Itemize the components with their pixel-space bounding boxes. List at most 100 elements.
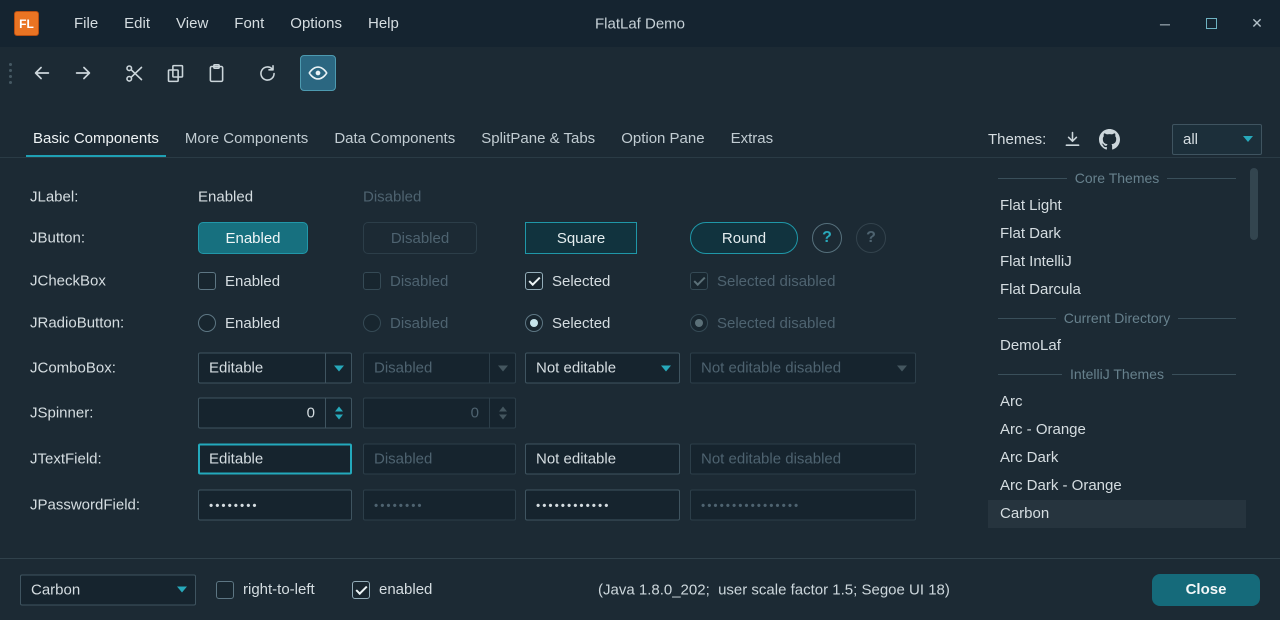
tab-option-pane[interactable]: Option Pane bbox=[608, 118, 717, 158]
window-title: FlatLaf Demo bbox=[595, 15, 685, 32]
menu-options[interactable]: Options bbox=[277, 9, 355, 38]
radio-icon bbox=[363, 314, 381, 332]
enabled-label: enabled bbox=[379, 581, 432, 598]
jbutton-square[interactable]: Square bbox=[525, 222, 637, 254]
themes-separator: IntelliJ Themes bbox=[988, 360, 1246, 388]
close-button[interactable]: Close bbox=[1152, 574, 1260, 606]
spinner-enabled[interactable]: 0 bbox=[198, 398, 352, 429]
checkbox-selected[interactable]: Selected bbox=[525, 272, 610, 290]
jbutton-enabled[interactable]: Enabled bbox=[198, 222, 308, 254]
tab-splitpane-tabs[interactable]: SplitPane & Tabs bbox=[468, 118, 608, 158]
passwordfield-not-editable[interactable]: •••••••••••• bbox=[525, 490, 680, 521]
separator-label: Current Directory bbox=[1064, 310, 1171, 326]
theme-item-arc[interactable]: Arc bbox=[988, 388, 1246, 416]
theme-item-arc-dark-orange[interactable]: Arc Dark - Orange bbox=[988, 472, 1246, 500]
combobox-arrow-button[interactable] bbox=[653, 354, 679, 383]
menu-edit[interactable]: Edit bbox=[111, 9, 163, 38]
themes-list: Core Themes Flat Light Flat Dark Flat In… bbox=[988, 164, 1246, 528]
password-dots: •••••••••••• bbox=[536, 499, 610, 511]
theme-item-flat-light[interactable]: Flat Light bbox=[988, 192, 1246, 220]
checkbox-disabled-label: Disabled bbox=[390, 273, 448, 290]
scissors-icon bbox=[124, 63, 145, 84]
spinner-value[interactable]: 0 bbox=[199, 405, 325, 422]
runtime-info-text: (Java 1.8.0_202; user scale factor 1.5; … bbox=[598, 581, 950, 598]
combobox-editable[interactable]: Editable bbox=[198, 353, 352, 384]
chevron-up-icon bbox=[499, 407, 507, 412]
window-controls: ─ ✕ bbox=[1142, 0, 1280, 47]
theme-item-carbon[interactable]: Carbon bbox=[988, 500, 1246, 528]
chevron-down-icon bbox=[661, 365, 671, 371]
menu-font[interactable]: Font bbox=[221, 9, 277, 38]
enabled-checkbox[interactable]: enabled bbox=[352, 581, 432, 599]
checkbox-disabled: Disabled bbox=[363, 272, 448, 290]
checkbox-enabled[interactable]: Enabled bbox=[198, 272, 280, 290]
radio-disabled: Disabled bbox=[363, 314, 448, 332]
chevron-down-icon bbox=[897, 365, 907, 371]
theme-item-flat-intellij[interactable]: Flat IntelliJ bbox=[988, 248, 1246, 276]
cut-button[interactable] bbox=[116, 55, 152, 91]
spinner-arrows[interactable] bbox=[325, 399, 351, 428]
menubar: File Edit View Font Options Help bbox=[61, 9, 412, 38]
checkbox-selected-disabled: Selected disabled bbox=[690, 272, 835, 290]
passwordfield-not-editable-disabled: •••••••••••••••• bbox=[690, 490, 916, 521]
close-icon[interactable]: ✕ bbox=[1234, 0, 1280, 47]
combobox-editable-value[interactable]: Editable bbox=[199, 360, 325, 377]
chevron-down-icon bbox=[499, 415, 507, 420]
radio-selected[interactable]: Selected bbox=[525, 314, 610, 332]
minimize-icon[interactable]: ─ bbox=[1142, 0, 1188, 47]
combobox-not-editable[interactable]: Not editable bbox=[525, 353, 680, 384]
maximize-icon[interactable] bbox=[1188, 0, 1234, 47]
theme-item-arc-orange[interactable]: Arc - Orange bbox=[988, 416, 1246, 444]
jcombobox-row-label: JComboBox: bbox=[30, 360, 116, 377]
combobox-arrow-button[interactable] bbox=[325, 354, 351, 383]
menu-help[interactable]: Help bbox=[355, 9, 412, 38]
github-link-button[interactable] bbox=[1099, 129, 1120, 150]
copy-button[interactable] bbox=[157, 55, 193, 91]
show-hidden-toggle-button[interactable] bbox=[300, 55, 336, 91]
tab-basic-components[interactable]: Basic Components bbox=[20, 118, 172, 158]
jtextfield-row-label: JTextField: bbox=[30, 451, 102, 468]
jbutton-help[interactable]: ? bbox=[812, 223, 842, 253]
checkbox-icon bbox=[216, 581, 234, 599]
jlabel-enabled: Enabled bbox=[198, 189, 253, 206]
themes-separator: Core Themes bbox=[988, 164, 1246, 192]
theme-item-flat-darcula[interactable]: Flat Darcula bbox=[988, 276, 1246, 304]
theme-item-arc-dark[interactable]: Arc Dark bbox=[988, 444, 1246, 472]
tab-data-components[interactable]: Data Components bbox=[321, 118, 468, 158]
checkbox-checked-icon bbox=[352, 581, 370, 599]
tab-extras[interactable]: Extras bbox=[718, 118, 787, 158]
theme-item-flat-dark[interactable]: Flat Dark bbox=[988, 220, 1246, 248]
right-to-left-label: right-to-left bbox=[243, 581, 315, 598]
passwordfield-enabled[interactable]: •••••••• bbox=[198, 490, 352, 521]
toolbar-grip[interactable] bbox=[9, 63, 12, 84]
radio-enabled-label: Enabled bbox=[225, 315, 280, 332]
back-button[interactable] bbox=[24, 55, 60, 91]
combobox-not-editable-value: Not editable bbox=[526, 360, 653, 377]
download-themes-button[interactable] bbox=[1062, 129, 1083, 150]
chevron-up-icon bbox=[335, 407, 343, 412]
paste-button[interactable] bbox=[198, 55, 234, 91]
menu-view[interactable]: View bbox=[163, 9, 221, 38]
app-window: FL File Edit View Font Options Help Flat… bbox=[0, 0, 1280, 620]
password-dots: •••••••• bbox=[209, 499, 259, 511]
refresh-button[interactable] bbox=[249, 55, 285, 91]
logo-text: FL bbox=[19, 17, 34, 31]
copy-icon bbox=[165, 63, 186, 84]
menu-file[interactable]: File bbox=[61, 9, 111, 38]
jbutton-round[interactable]: Round bbox=[690, 222, 798, 254]
themes-scrollbar-thumb[interactable] bbox=[1250, 168, 1258, 240]
tab-more-components[interactable]: More Components bbox=[172, 118, 321, 158]
spinner-arrows bbox=[489, 399, 515, 428]
right-to-left-checkbox[interactable]: right-to-left bbox=[216, 581, 315, 599]
app-logo-icon: FL bbox=[14, 11, 39, 36]
chevron-down-icon bbox=[177, 587, 187, 593]
themes-filter-combobox[interactable]: all bbox=[1172, 124, 1262, 155]
textfield-not-editable[interactable]: Not editable bbox=[525, 444, 680, 475]
forward-button[interactable] bbox=[65, 55, 101, 91]
textfield-editable[interactable]: Editable bbox=[198, 444, 352, 475]
lookandfeel-combobox[interactable]: Carbon bbox=[20, 574, 196, 605]
jbutton-row-label: JButton: bbox=[30, 230, 85, 247]
theme-item-demolaf[interactable]: DemoLaf bbox=[988, 332, 1246, 360]
jbutton-disabled: Disabled bbox=[363, 222, 477, 254]
radio-enabled[interactable]: Enabled bbox=[198, 314, 280, 332]
